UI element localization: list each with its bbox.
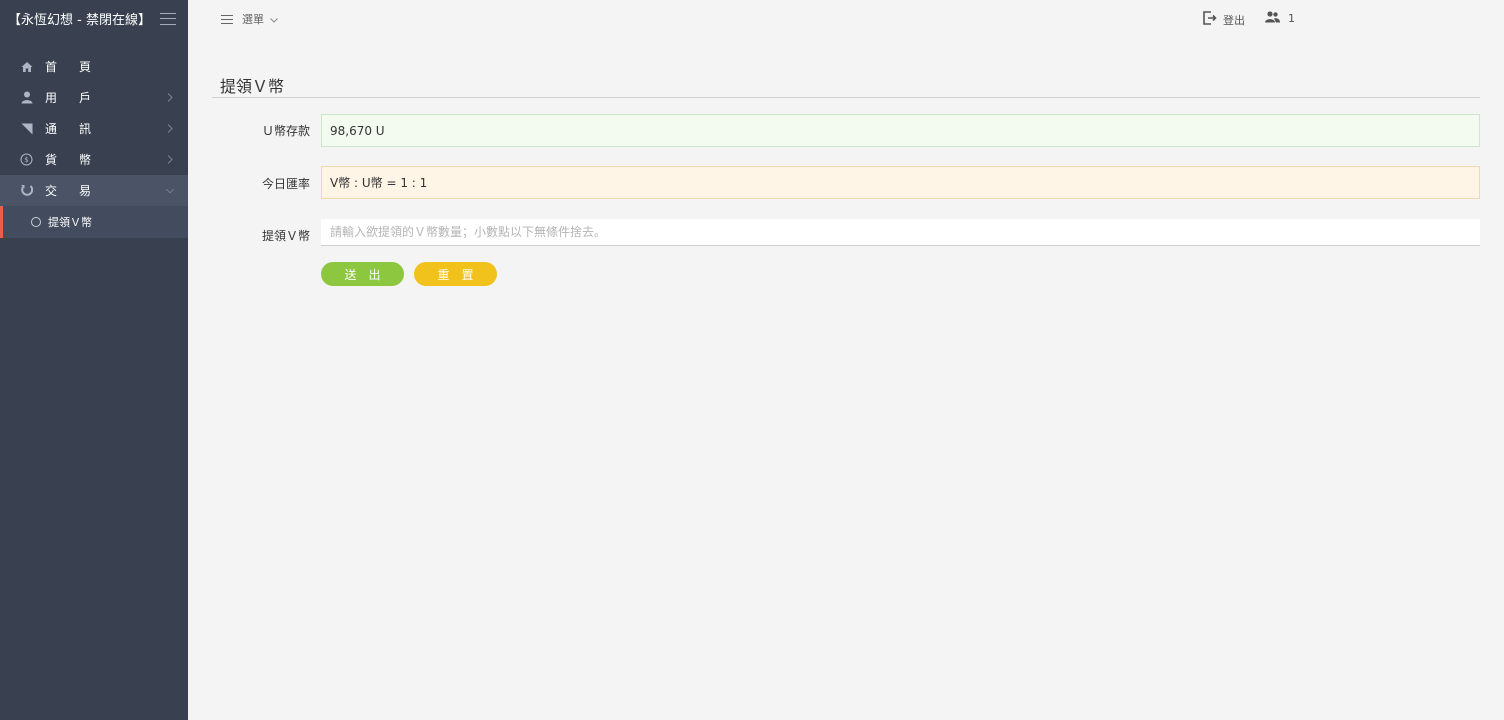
topbar: 選單 xyxy=(188,0,1504,37)
exchange-rate-value: V幣 : U幣 = 1 : 1 xyxy=(321,166,1480,199)
chevron-down-icon xyxy=(166,187,174,195)
balance-label: Ｕ幣存款 xyxy=(261,124,310,138)
sidebar-nav: 首頁 用戶 通訊 $ 貨幣 交易 提領Ｖ幣 xyxy=(0,51,188,238)
sidebar-item-label: 貨幣 xyxy=(45,153,114,167)
withdraw-amount-input[interactable] xyxy=(321,219,1480,246)
submit-button[interactable]: 送出 xyxy=(321,262,404,286)
rate-label: 今日匯率 xyxy=(261,177,310,191)
menu-icon xyxy=(221,14,233,24)
logout-icon xyxy=(1203,11,1217,28)
sidebar-subitem-label: 提領Ｖ幣 xyxy=(48,216,92,229)
sidebar-toggle-icon[interactable] xyxy=(160,12,176,25)
online-user-count: 1 xyxy=(1288,12,1295,25)
sidebar-subitem-withdraw-v[interactable]: 提領Ｖ幣 xyxy=(0,206,188,238)
sidebar-item-transaction[interactable]: 交易 xyxy=(0,175,188,206)
circle-icon xyxy=(31,217,41,227)
transaction-icon xyxy=(20,184,33,197)
home-icon xyxy=(20,60,33,73)
logout-button[interactable]: 登出 xyxy=(1203,11,1245,28)
users-icon xyxy=(1265,11,1280,26)
title-divider xyxy=(212,97,1480,98)
online-users[interactable]: 1 xyxy=(1265,11,1295,26)
sidebar: 【永恆幻想 - 禁閉在線】 首頁 用戶 通訊 $ 貨幣 交易 提領Ｖ幣 xyxy=(0,0,188,720)
sidebar-item-label: 首頁 xyxy=(45,60,114,74)
exchange-rate-text: V幣 : U幣 = 1 : 1 xyxy=(330,176,428,190)
sidebar-item-communication[interactable]: 通訊 xyxy=(0,113,188,144)
chevron-right-icon xyxy=(166,155,174,164)
sidebar-item-label: 通訊 xyxy=(45,122,114,136)
currency-icon: $ xyxy=(20,153,33,166)
sidebar-item-home[interactable]: 首頁 xyxy=(0,51,188,82)
brand-title: 【永恆幻想 - 禁閉在線】 xyxy=(8,13,151,28)
chevron-right-icon xyxy=(166,93,174,102)
brand-bar: 【永恆幻想 - 禁閉在線】 xyxy=(0,0,188,37)
signal-icon xyxy=(20,122,33,135)
sidebar-item-currency[interactable]: $ 貨幣 xyxy=(0,144,188,175)
reset-button[interactable]: 重置 xyxy=(414,262,497,286)
svg-text:$: $ xyxy=(24,156,28,164)
withdraw-label: 提領Ｖ幣 xyxy=(261,229,310,243)
menu-label: 選單 xyxy=(242,13,264,26)
menu-dropdown[interactable]: 選單 xyxy=(221,11,278,27)
chevron-down-icon xyxy=(270,13,278,26)
sidebar-item-label: 交易 xyxy=(45,184,114,198)
chevron-right-icon xyxy=(166,124,174,133)
balance-value-text: 98,670 U xyxy=(330,123,385,138)
sidebar-item-user[interactable]: 用戶 xyxy=(0,82,188,113)
sidebar-item-label: 用戶 xyxy=(45,91,114,105)
logout-label: 登出 xyxy=(1223,13,1245,27)
user-icon xyxy=(20,91,33,104)
balance-value: 98,670 U xyxy=(321,114,1480,147)
page-title: 提領Ｖ幣 xyxy=(220,77,285,96)
